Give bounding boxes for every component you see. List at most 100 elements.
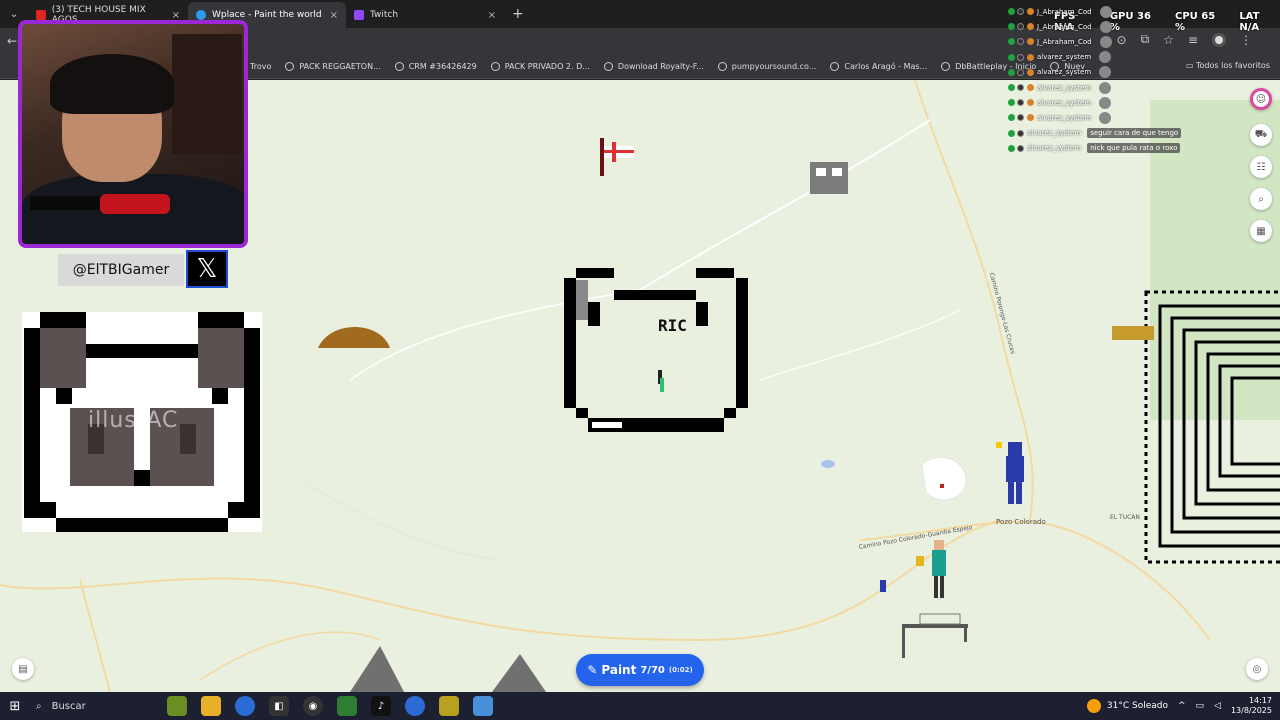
globe-icon <box>941 61 951 71</box>
paint-button[interactable]: ✎ Paint 7/70 (0:02) <box>576 654 704 686</box>
chat-message: J_Abraham_Cod <box>1008 4 1208 19</box>
tab-title: Wplace - Paint the world <box>212 10 322 20</box>
weather-text: 31°C Soleado <box>1106 701 1168 711</box>
watermark: illustAC <box>88 408 179 433</box>
chat-message: alvarez_system <box>1008 95 1208 110</box>
badge-icon <box>1027 84 1034 92</box>
app-icon[interactable] <box>337 696 357 716</box>
globe-icon <box>285 61 295 71</box>
chat-overlay: J_Abraham_Cod J_Abraham_Cod J_Abraham_Co… <box>1008 4 1208 156</box>
paint-charges: 7/70 <box>640 664 665 676</box>
search-icon: ⌕ <box>36 700 42 712</box>
globe-icon <box>603 61 613 71</box>
badge-icon <box>1027 99 1034 107</box>
badge-icon <box>1008 129 1015 137</box>
badge-icon <box>1017 53 1024 61</box>
app-icon[interactable] <box>473 696 493 716</box>
globe-icon <box>490 61 500 71</box>
new-tab-button[interactable]: + <box>512 6 524 22</box>
stat-label: LAT <box>1239 11 1260 22</box>
weather-widget[interactable]: 31°C Soleado <box>1086 699 1168 713</box>
clock-date: 13/8/2025 <box>1230 706 1272 715</box>
game-app-icon[interactable] <box>167 696 187 716</box>
tab-twitch[interactable]: Twitch × <box>346 2 504 28</box>
app-icon[interactable] <box>439 696 459 716</box>
bookmark-item[interactable]: Trovo <box>250 62 271 71</box>
info-panel-icon[interactable]: ▤ <box>12 658 34 680</box>
chrome-icon[interactable] <box>235 696 255 716</box>
twitch-icon <box>354 10 364 20</box>
place-label: Pozo Colorado <box>996 518 1046 526</box>
app-icon[interactable]: ◧ <box>269 696 289 716</box>
globe-icon <box>394 61 404 71</box>
chat-text: nick que pula rata o roxo <box>1087 143 1181 154</box>
chat-message: J_Abraham_Cod <box>1008 19 1208 34</box>
chevron-up-icon[interactable]: ^ <box>1178 701 1186 711</box>
bookmark-item[interactable]: Download Royalty-F... <box>603 61 704 71</box>
tiktok-icon[interactable]: ♪ <box>371 696 391 716</box>
taskbar-search[interactable]: ⌕ Buscar <box>30 701 160 712</box>
windows-start-icon[interactable]: ⊞ <box>0 699 30 714</box>
close-tab-icon[interactable]: × <box>172 10 180 21</box>
webcam-shelf <box>172 34 242 154</box>
badge-icon <box>1027 53 1034 61</box>
badge-icon <box>1008 53 1015 61</box>
microphone-arm <box>30 196 102 210</box>
badge-icon <box>1017 129 1024 137</box>
badge-icon <box>1008 38 1015 46</box>
bookmark-label: Download Royalty-F... <box>617 61 704 71</box>
place-label: EL TUCAN <box>1110 514 1140 521</box>
close-tab-icon[interactable]: × <box>330 10 338 21</box>
globe-icon <box>717 61 727 71</box>
locate-me-icon[interactable]: ◎ <box>1246 658 1268 680</box>
badge-icon <box>1017 38 1024 46</box>
network-icon[interactable]: ▭ <box>1196 701 1205 711</box>
bookmark-item[interactable]: PACK REGGAETON... <box>285 61 381 71</box>
badge-icon <box>1008 8 1015 16</box>
badge-icon <box>1008 99 1015 107</box>
globe-icon <box>830 61 840 71</box>
obs-icon[interactable]: ◉ <box>303 696 323 716</box>
profile-avatar[interactable] <box>1212 32 1226 47</box>
badge-icon <box>1008 68 1015 76</box>
volume-icon[interactable]: ◁ <box>1214 701 1221 711</box>
bookmark-item[interactable]: Carlos Aragó - Mas... <box>830 61 927 71</box>
badge-icon <box>1008 23 1015 31</box>
badge-icon <box>1008 84 1015 92</box>
chat-username: J_Abraham_Cod <box>1037 22 1092 31</box>
globe-icon <box>196 10 206 20</box>
chat-message: alvarez_system seguir cara de que tengo <box>1008 126 1208 141</box>
clock[interactable]: 14:17 13/8/2025 <box>1231 696 1272 716</box>
stat-value: N/A <box>1239 22 1260 33</box>
badge-icon <box>1017 23 1024 31</box>
emote-icon <box>1099 81 1112 94</box>
stats-chart-icon[interactable]: ▦ <box>1250 220 1272 242</box>
chat-message: alvarez_system <box>1008 80 1208 95</box>
bookmark-label: PACK PRIVADO 2. D... <box>504 61 590 71</box>
streamer-handle: @ElTBIGamer <box>58 254 184 286</box>
paint-cooldown: (0:02) <box>668 666 693 674</box>
search-icon[interactable]: ⌕ <box>1250 188 1272 210</box>
stat-latency: LAT N/A <box>1239 11 1280 33</box>
bookmark-item[interactable]: PACK PRIVADO 2. D... <box>490 61 590 71</box>
windows-taskbar: ⊞ ⌕ Buscar ◧ ◉ ♪ 31°C Soleado ^ ▭ ◁ 14:1… <box>0 692 1280 720</box>
bookmark-item[interactable]: CRM #36426429 <box>394 61 477 71</box>
system-tray: 31°C Soleado ^ ▭ ◁ 14:17 13/8/2025 <box>1086 692 1272 720</box>
close-tab-icon[interactable]: × <box>488 10 496 21</box>
badge-icon <box>1017 99 1024 107</box>
emote-icon <box>1099 35 1112 48</box>
chrome-icon[interactable] <box>405 696 425 716</box>
emote-icon <box>1099 111 1112 124</box>
bookmark-label: CRM #36426429 <box>408 61 477 71</box>
chat-username: alvarez_system <box>1037 53 1092 62</box>
chat-message: alvarez_system <box>1008 110 1208 125</box>
leaderboard-users-icon[interactable]: ☷ <box>1250 156 1272 178</box>
microphone <box>100 194 170 214</box>
store-cart-icon[interactable]: ⛟ <box>1250 124 1272 146</box>
menu-dots-icon[interactable]: ⋮ <box>1240 33 1252 47</box>
user-avatar-button[interactable]: ☺ <box>1250 88 1272 110</box>
file-explorer-icon[interactable] <box>201 696 221 716</box>
chat-message: alvarez_system <box>1008 50 1208 65</box>
paint-label: Paint <box>601 663 637 677</box>
bookmark-item[interactable]: pumpyoursound.co... <box>717 61 816 71</box>
